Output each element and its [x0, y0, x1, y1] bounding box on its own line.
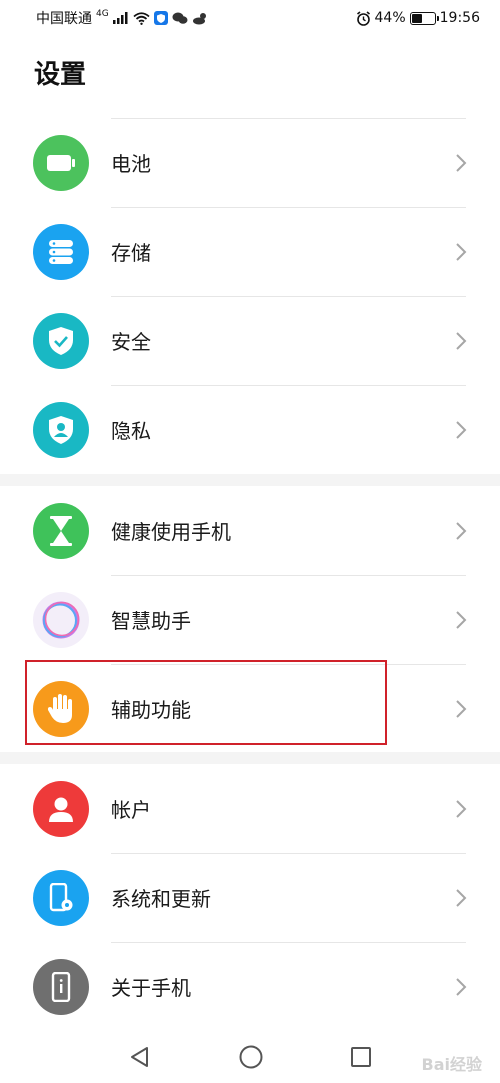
settings-item-label: 关于手机	[111, 976, 191, 1000]
account-icon	[33, 780, 89, 837]
group-separator	[0, 752, 500, 764]
wechat-icon	[172, 12, 188, 24]
battery-icon	[33, 134, 89, 191]
weather-icon	[192, 12, 206, 24]
group-separator	[0, 474, 500, 486]
divider	[111, 207, 466, 208]
divider	[111, 575, 466, 576]
back-icon[interactable]	[128, 1045, 152, 1069]
settings-item-digital-balance[interactable]: 健康使用手机	[0, 486, 500, 575]
settings-item-label: 健康使用手机	[111, 520, 231, 544]
battery-status-icon	[409, 11, 439, 25]
divider	[111, 296, 466, 297]
settings-item-label: 安全	[111, 330, 151, 354]
chevron-right-icon	[456, 699, 467, 718]
carrier-name: 中国联通	[36, 11, 92, 27]
system-update-icon	[33, 869, 89, 926]
settings-item-security[interactable]: 安全	[0, 296, 500, 385]
privacy-icon	[33, 401, 89, 458]
settings-item-label: 系统和更新	[111, 887, 211, 911]
chevron-right-icon	[456, 521, 467, 540]
chevron-right-icon	[456, 610, 467, 629]
chevron-right-icon	[456, 331, 467, 350]
phone-info-icon	[33, 958, 89, 1015]
chevron-right-icon	[456, 153, 467, 172]
divider	[111, 664, 466, 665]
settings-group-2: 健康使用手机 智慧助手 辅助功能	[0, 486, 500, 753]
settings-item-account[interactable]: 帐户	[0, 764, 500, 853]
settings-item-label: 电池	[111, 152, 151, 176]
chevron-right-icon	[456, 977, 467, 996]
divider	[111, 385, 466, 386]
shield-app-icon	[153, 11, 168, 25]
network-type: 4G	[96, 9, 109, 19]
chevron-right-icon	[456, 420, 467, 439]
settings-item-label: 辅助功能	[111, 698, 191, 722]
assistant-ring-icon	[33, 591, 89, 648]
settings-item-label: 存储	[111, 241, 151, 265]
settings-item-storage[interactable]: 存储	[0, 207, 500, 296]
settings-group-3: 帐户 系统和更新 关于手机	[0, 764, 500, 1031]
settings-item-system-update[interactable]: 系统和更新	[0, 853, 500, 942]
home-icon[interactable]	[238, 1044, 264, 1070]
divider	[111, 118, 466, 119]
divider	[111, 942, 466, 943]
settings-item-label: 隐私	[111, 419, 151, 443]
status-bar: 中国联通 4G 44% 19:56	[0, 0, 500, 36]
shield-check-icon	[33, 312, 89, 369]
settings-item-privacy[interactable]: 隐私	[0, 385, 500, 474]
battery-percent: 44%	[374, 10, 406, 26]
wifi-icon	[133, 11, 150, 25]
clock: 19:56	[439, 10, 480, 26]
settings-item-label: 智慧助手	[111, 609, 191, 633]
storage-icon	[33, 223, 89, 280]
settings-item-accessibility[interactable]: 辅助功能	[0, 664, 500, 753]
alarm-icon	[356, 10, 370, 26]
hourglass-icon	[33, 502, 89, 559]
settings-group-1: 电池 存储 安全 隐私	[0, 118, 500, 474]
divider	[111, 853, 466, 854]
recents-icon[interactable]	[350, 1046, 372, 1068]
chevron-right-icon	[456, 888, 467, 907]
settings-item-about-phone[interactable]: 关于手机	[0, 942, 500, 1031]
watermark: Bai经验	[421, 1055, 482, 1074]
hand-icon	[33, 680, 89, 737]
chevron-right-icon	[456, 799, 467, 818]
settings-item-label: 帐户	[111, 798, 151, 822]
signal-icon	[112, 12, 128, 24]
settings-item-battery[interactable]: 电池	[0, 118, 500, 207]
chevron-right-icon	[456, 242, 467, 261]
page-title: 设置	[34, 60, 87, 90]
settings-item-smart-assistant[interactable]: 智慧助手	[0, 575, 500, 664]
